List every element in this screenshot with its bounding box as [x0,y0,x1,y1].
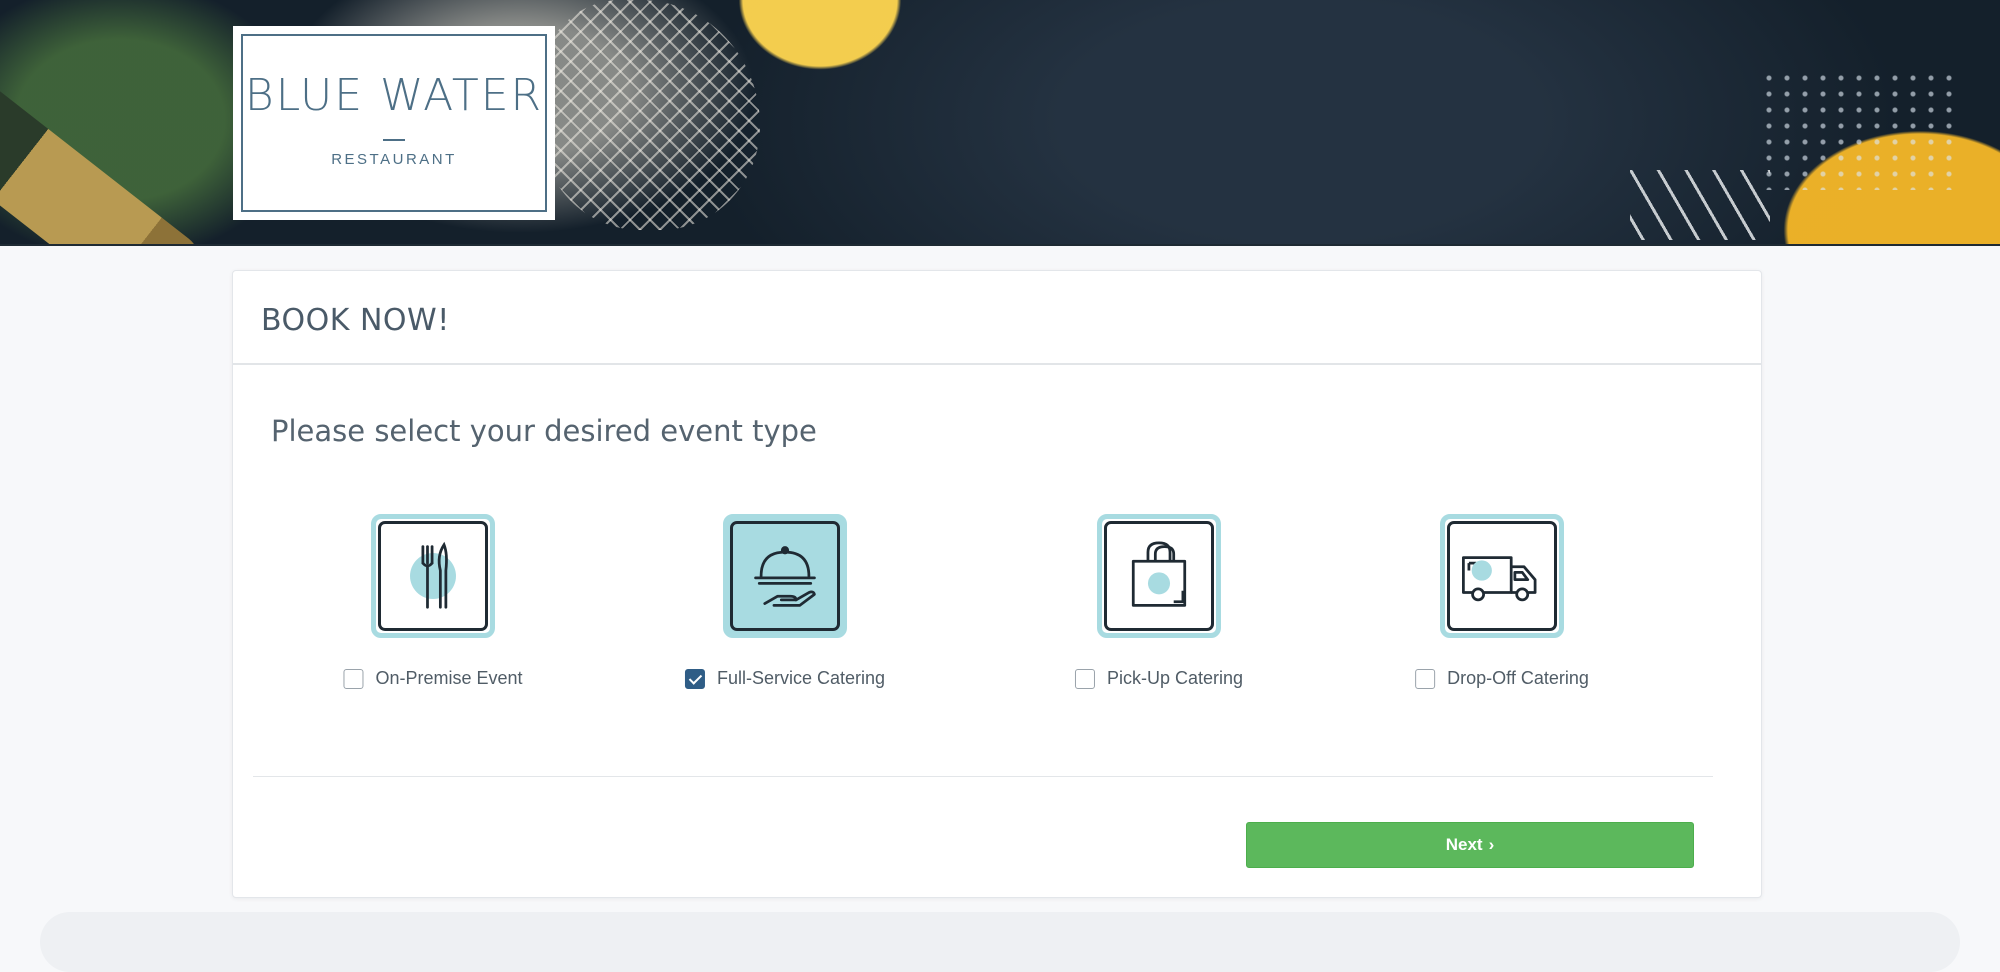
on-premise-event-row: On-Premise Event [343,668,523,689]
salt-image [1760,70,1960,190]
card-header: BOOK NOW! [233,271,1761,365]
chevron-right-icon: › [1488,835,1495,854]
pick-up-catering-checkbox[interactable] [1074,668,1095,689]
pick-up-catering-row: Pick-Up Catering [1074,668,1243,689]
serving-cloche-icon [754,546,816,607]
shopping-bag-icon [1131,541,1187,607]
restaurant-logo[interactable]: BLUE WATER RESTAURANT [233,26,555,220]
card-divider [253,776,1713,777]
fishing-net-image [540,0,760,230]
logo-dash [383,139,405,141]
pick-up-catering-tile[interactable] [1097,514,1221,638]
fork-knife-icon [410,541,456,609]
next-button-label: Next [1445,835,1483,854]
drop-off-catering-row: Drop-Off Catering [1415,668,1589,689]
header-banner: BLUE WATER RESTAURANT [0,0,2000,246]
on-premise-event-label[interactable]: On-Premise Event [375,668,522,689]
logo-frame: BLUE WATER RESTAURANT [241,34,547,212]
pick-up-catering-label[interactable]: Pick-Up Catering [1107,668,1243,689]
fork-image [1630,170,1770,240]
logo-tagline: RESTAURANT [331,151,457,168]
event-type-prompt: Please select your desired event type [271,414,817,448]
on-premise-event-tile[interactable] [371,514,495,638]
drop-off-catering-checkbox[interactable] [1415,668,1436,689]
delivery-truck-icon [1462,556,1537,602]
lower-panel-edge [40,912,1960,972]
card-title: BOOK NOW! [261,303,450,338]
booking-card: BOOK NOW! Please select your desired eve… [232,270,1762,898]
logo-title: BLUE WATER [244,70,544,121]
next-button[interactable]: Next › [1246,822,1694,868]
full-service-catering-tile[interactable] [723,514,847,638]
bottle-image [0,60,213,244]
on-premise-event-checkbox[interactable] [343,668,364,689]
drop-off-catering-label[interactable]: Drop-Off Catering [1447,668,1589,689]
full-service-catering-checkbox[interactable] [684,668,705,689]
full-service-catering-label[interactable]: Full-Service Catering [717,668,885,689]
full-service-catering-row: Full-Service Catering [684,668,885,689]
drop-off-catering-tile[interactable] [1440,514,1564,638]
